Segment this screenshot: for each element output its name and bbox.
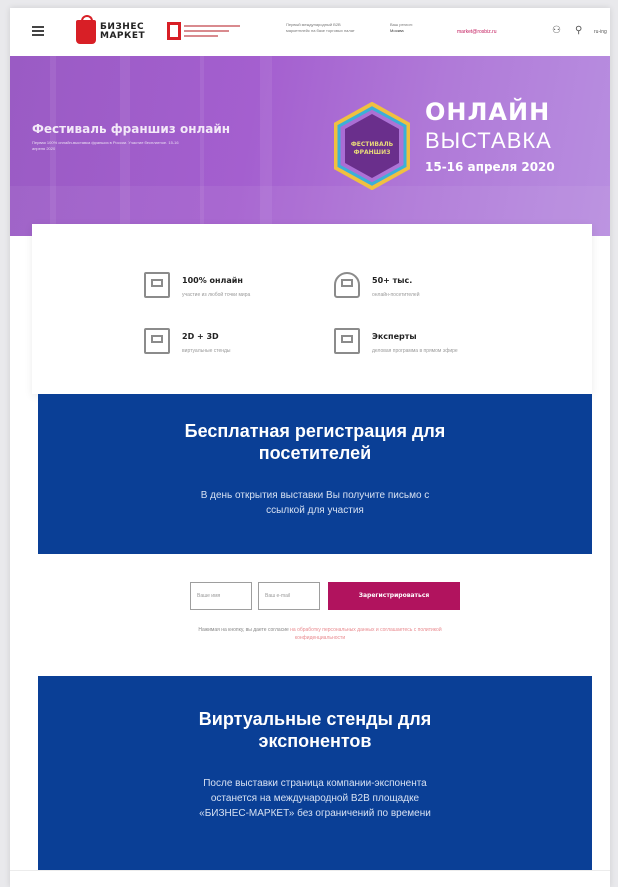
consent-note: Нажимая на кнопку, вы даете согласие на … — [198, 627, 442, 641]
cube-icon — [144, 328, 170, 354]
logo-text[interactable]: БИЗНЕС МАРКЕТ — [100, 23, 145, 41]
badge-text: ФЕСТИВАЛЬ — [351, 141, 394, 148]
chamber-logo-text — [184, 25, 240, 40]
people-icon — [334, 272, 360, 298]
feature-desc: виртуальные стенды — [182, 348, 231, 354]
virtual-stands-panel: Виртуальные стенды для экспонентов После… — [38, 676, 592, 870]
registration-heading: Бесплатная регистрация для посетителей — [184, 421, 446, 463]
hero-banner: Фестиваль франшиз онлайн Первая 100% онл… — [10, 56, 610, 236]
feature-title: 50+ тыс. — [372, 276, 413, 285]
region-selector[interactable]: Ваш регион: Москва — [390, 22, 442, 34]
registration-panel: Бесплатная регистрация для посетителей В… — [38, 394, 592, 554]
email-input[interactable]: Ваш e-mail — [258, 582, 320, 610]
feature-title: 2D + 3D — [182, 332, 219, 341]
header-email-link[interactable]: market@rosbiz.ru — [457, 29, 497, 35]
privacy-policy-link[interactable]: на обработку персональных данных и согла… — [290, 627, 441, 641]
festival-badge-icon: ФЕСТИВАЛЬ ФРАНШИЗ — [334, 102, 410, 190]
svg-text:ФРАНШИЗ: ФРАНШИЗ — [354, 149, 391, 156]
feature-online: 100% онлайн участие из любой точки мира — [144, 272, 334, 308]
feature-desc: онлайн-посетителей — [372, 292, 420, 298]
logo-bag-icon[interactable] — [76, 15, 96, 44]
monitor-icon — [144, 272, 170, 298]
search-icon[interactable]: ⚲ — [575, 25, 582, 36]
page: БИЗНЕС МАРКЕТ Первый международный B2B м… — [10, 8, 610, 887]
features-card: 100% онлайн участие из любой точки мира … — [32, 224, 592, 394]
feature-title: Эксперты — [372, 332, 417, 341]
feature-visitors: 50+ тыс. онлайн-посетителей — [334, 272, 524, 308]
feature-experts: Эксперты деловая программа в прямом эфир… — [334, 328, 524, 364]
hero-title: Фестиваль франшиз онлайн — [32, 122, 231, 136]
feature-desc: деловая программа в прямом эфире — [372, 348, 458, 354]
online-label: ОНЛАЙН — [425, 98, 551, 126]
hero-subtitle: Первая 100% онлайн-выставка франшиз в Ро… — [32, 140, 179, 151]
feature-title: 100% онлайн — [182, 276, 243, 285]
top-header: БИЗНЕС МАРКЕТ Первый международный B2B м… — [10, 8, 610, 57]
register-button[interactable]: Зарегистрироваться — [328, 582, 460, 610]
chamber-logo-icon[interactable] — [167, 22, 181, 40]
exhibition-label: ВЫСТАВКА — [425, 128, 552, 153]
user-icon[interactable]: ⚇ — [552, 25, 561, 36]
stands-text: После выставки страница компании-экспоне… — [199, 778, 431, 819]
language-switch[interactable]: ru-ing — [594, 29, 607, 35]
header-tagline: Первый международный B2B маркетплейс на … — [286, 22, 355, 33]
menu-icon[interactable] — [32, 26, 44, 36]
experts-icon — [334, 328, 360, 354]
registration-text: В день открытия выставки Вы получите пис… — [200, 490, 430, 516]
event-dates: 15-16 апреля 2020 — [425, 160, 555, 174]
stands-heading: Виртуальные стенды для экспонентов — [198, 709, 432, 751]
name-input[interactable]: Ваше имя — [190, 582, 252, 610]
page-bottom-strip — [10, 870, 610, 887]
feature-stands: 2D + 3D виртуальные стенды — [144, 328, 334, 364]
feature-desc: участие из любой точки мира — [182, 292, 251, 298]
